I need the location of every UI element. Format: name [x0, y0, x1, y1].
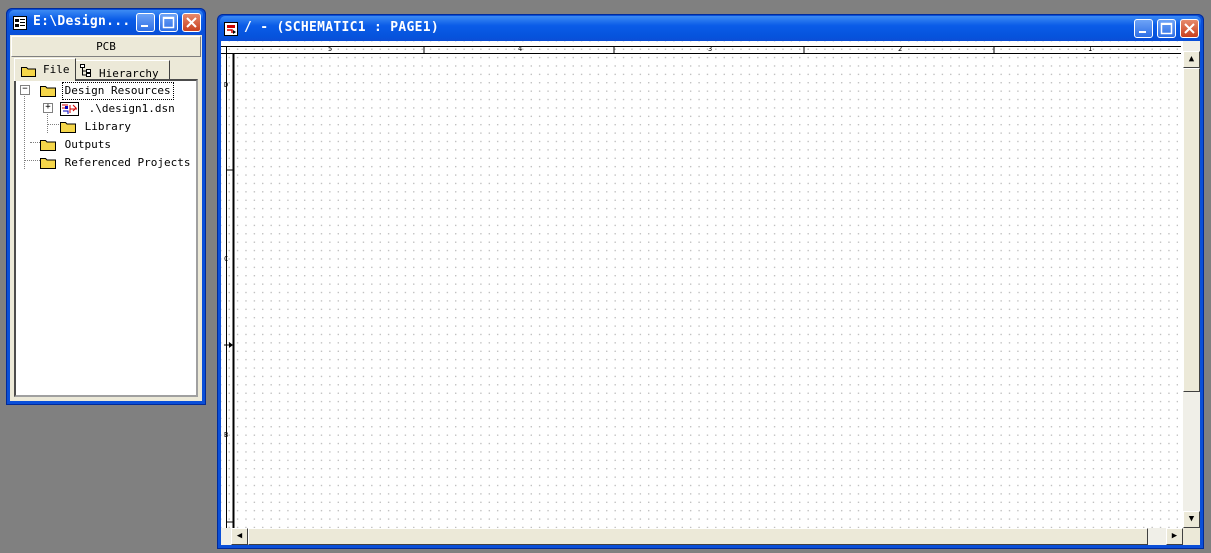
project-tabs: File Hierarchy: [14, 58, 198, 81]
schematic-window-titlebar[interactable]: / - (SCHEMATIC1 : PAGE1): [220, 16, 1201, 40]
close-button[interactable]: [182, 13, 201, 32]
schematic-window-title: / - (SCHEMATIC1 : PAGE1): [244, 20, 440, 35]
ruler-row-c: C: [224, 255, 229, 263]
ruler-col-4: 4: [518, 45, 523, 53]
scrollbar-corner: [1183, 528, 1200, 545]
close-button[interactable]: [1180, 19, 1199, 38]
tree-label-design-file: .\design1.dsn: [88, 102, 175, 115]
ruler-row-b: B: [224, 431, 229, 439]
project-window-title: E:\Design...: [33, 14, 131, 29]
pcb-toolbar-label[interactable]: PCB: [11, 36, 201, 57]
tab-hierarchy[interactable]: Hierarchy: [74, 60, 170, 80]
folder-icon: [40, 157, 56, 169]
tab-file[interactable]: File: [14, 58, 76, 81]
project-tree: − Design Resources + .\design1.dsn Libra…: [14, 79, 198, 397]
collapse-design-resources[interactable]: −: [20, 85, 30, 95]
design-file-icon: [60, 102, 80, 116]
project-window-titlebar[interactable]: E:\Design...: [9, 10, 203, 34]
horizontal-scroll-thumb[interactable]: [248, 528, 1148, 545]
vertical-scroll-thumb[interactable]: [1183, 68, 1200, 392]
tree-label-library: Library: [84, 120, 131, 133]
tree-label-design-resources: Design Resources: [61, 82, 174, 100]
maximize-button[interactable]: [159, 13, 178, 32]
project-window-icon: [13, 15, 27, 30]
ruler-col-1: 1: [1088, 45, 1093, 53]
ruler-col-5: 5: [328, 45, 333, 53]
folder-icon: [21, 64, 36, 83]
scroll-left-button[interactable]: ◀: [231, 528, 248, 545]
tree-item-outputs[interactable]: Outputs: [40, 137, 113, 153]
schematic-window: / - (SCHEMATIC1 : PAGE1) 5 4 3 2 1 D C B…: [217, 14, 1204, 549]
tree-item-library[interactable]: Library: [60, 119, 133, 135]
horizontal-scrollbar[interactable]: ◀ ▶: [221, 528, 1183, 545]
tree-label-outputs: Outputs: [64, 138, 111, 151]
schematic-window-icon: [224, 21, 238, 36]
vertical-scrollbar[interactable]: ▲ ▼: [1183, 41, 1200, 528]
tab-file-label: File: [43, 63, 70, 76]
folder-icon: [40, 139, 56, 151]
ruler-col-3: 3: [708, 45, 713, 53]
expand-design-file[interactable]: +: [43, 103, 53, 113]
project-window-body: PCB File Hierarchy − Design Resources + …: [10, 35, 202, 401]
ruler-row-d: D: [224, 81, 229, 89]
project-manager-window: E:\Design... PCB File Hierarchy − Design…: [6, 8, 206, 405]
tree-item-design-file[interactable]: .\design1.dsn: [60, 101, 177, 117]
tree-label-referenced-projects: Referenced Projects: [64, 156, 191, 169]
folder-icon: [60, 121, 76, 133]
tree-item-design-resources[interactable]: Design Resources: [40, 82, 174, 100]
minimize-button[interactable]: [1134, 19, 1153, 38]
scroll-up-button[interactable]: ▲: [1183, 51, 1200, 68]
scroll-down-button[interactable]: ▼: [1183, 511, 1200, 528]
maximize-button[interactable]: [1157, 19, 1176, 38]
scroll-right-button[interactable]: ▶: [1166, 528, 1183, 545]
ruler-col-2: 2: [898, 45, 903, 53]
folder-icon: [40, 85, 56, 97]
page-border: [221, 46, 1181, 536]
schematic-canvas-area[interactable]: 5 4 3 2 1 D C B ▲ ▼ ◀ ▶: [221, 41, 1200, 545]
minimize-button[interactable]: [136, 13, 155, 32]
tree-item-referenced-projects[interactable]: Referenced Projects: [40, 155, 192, 171]
